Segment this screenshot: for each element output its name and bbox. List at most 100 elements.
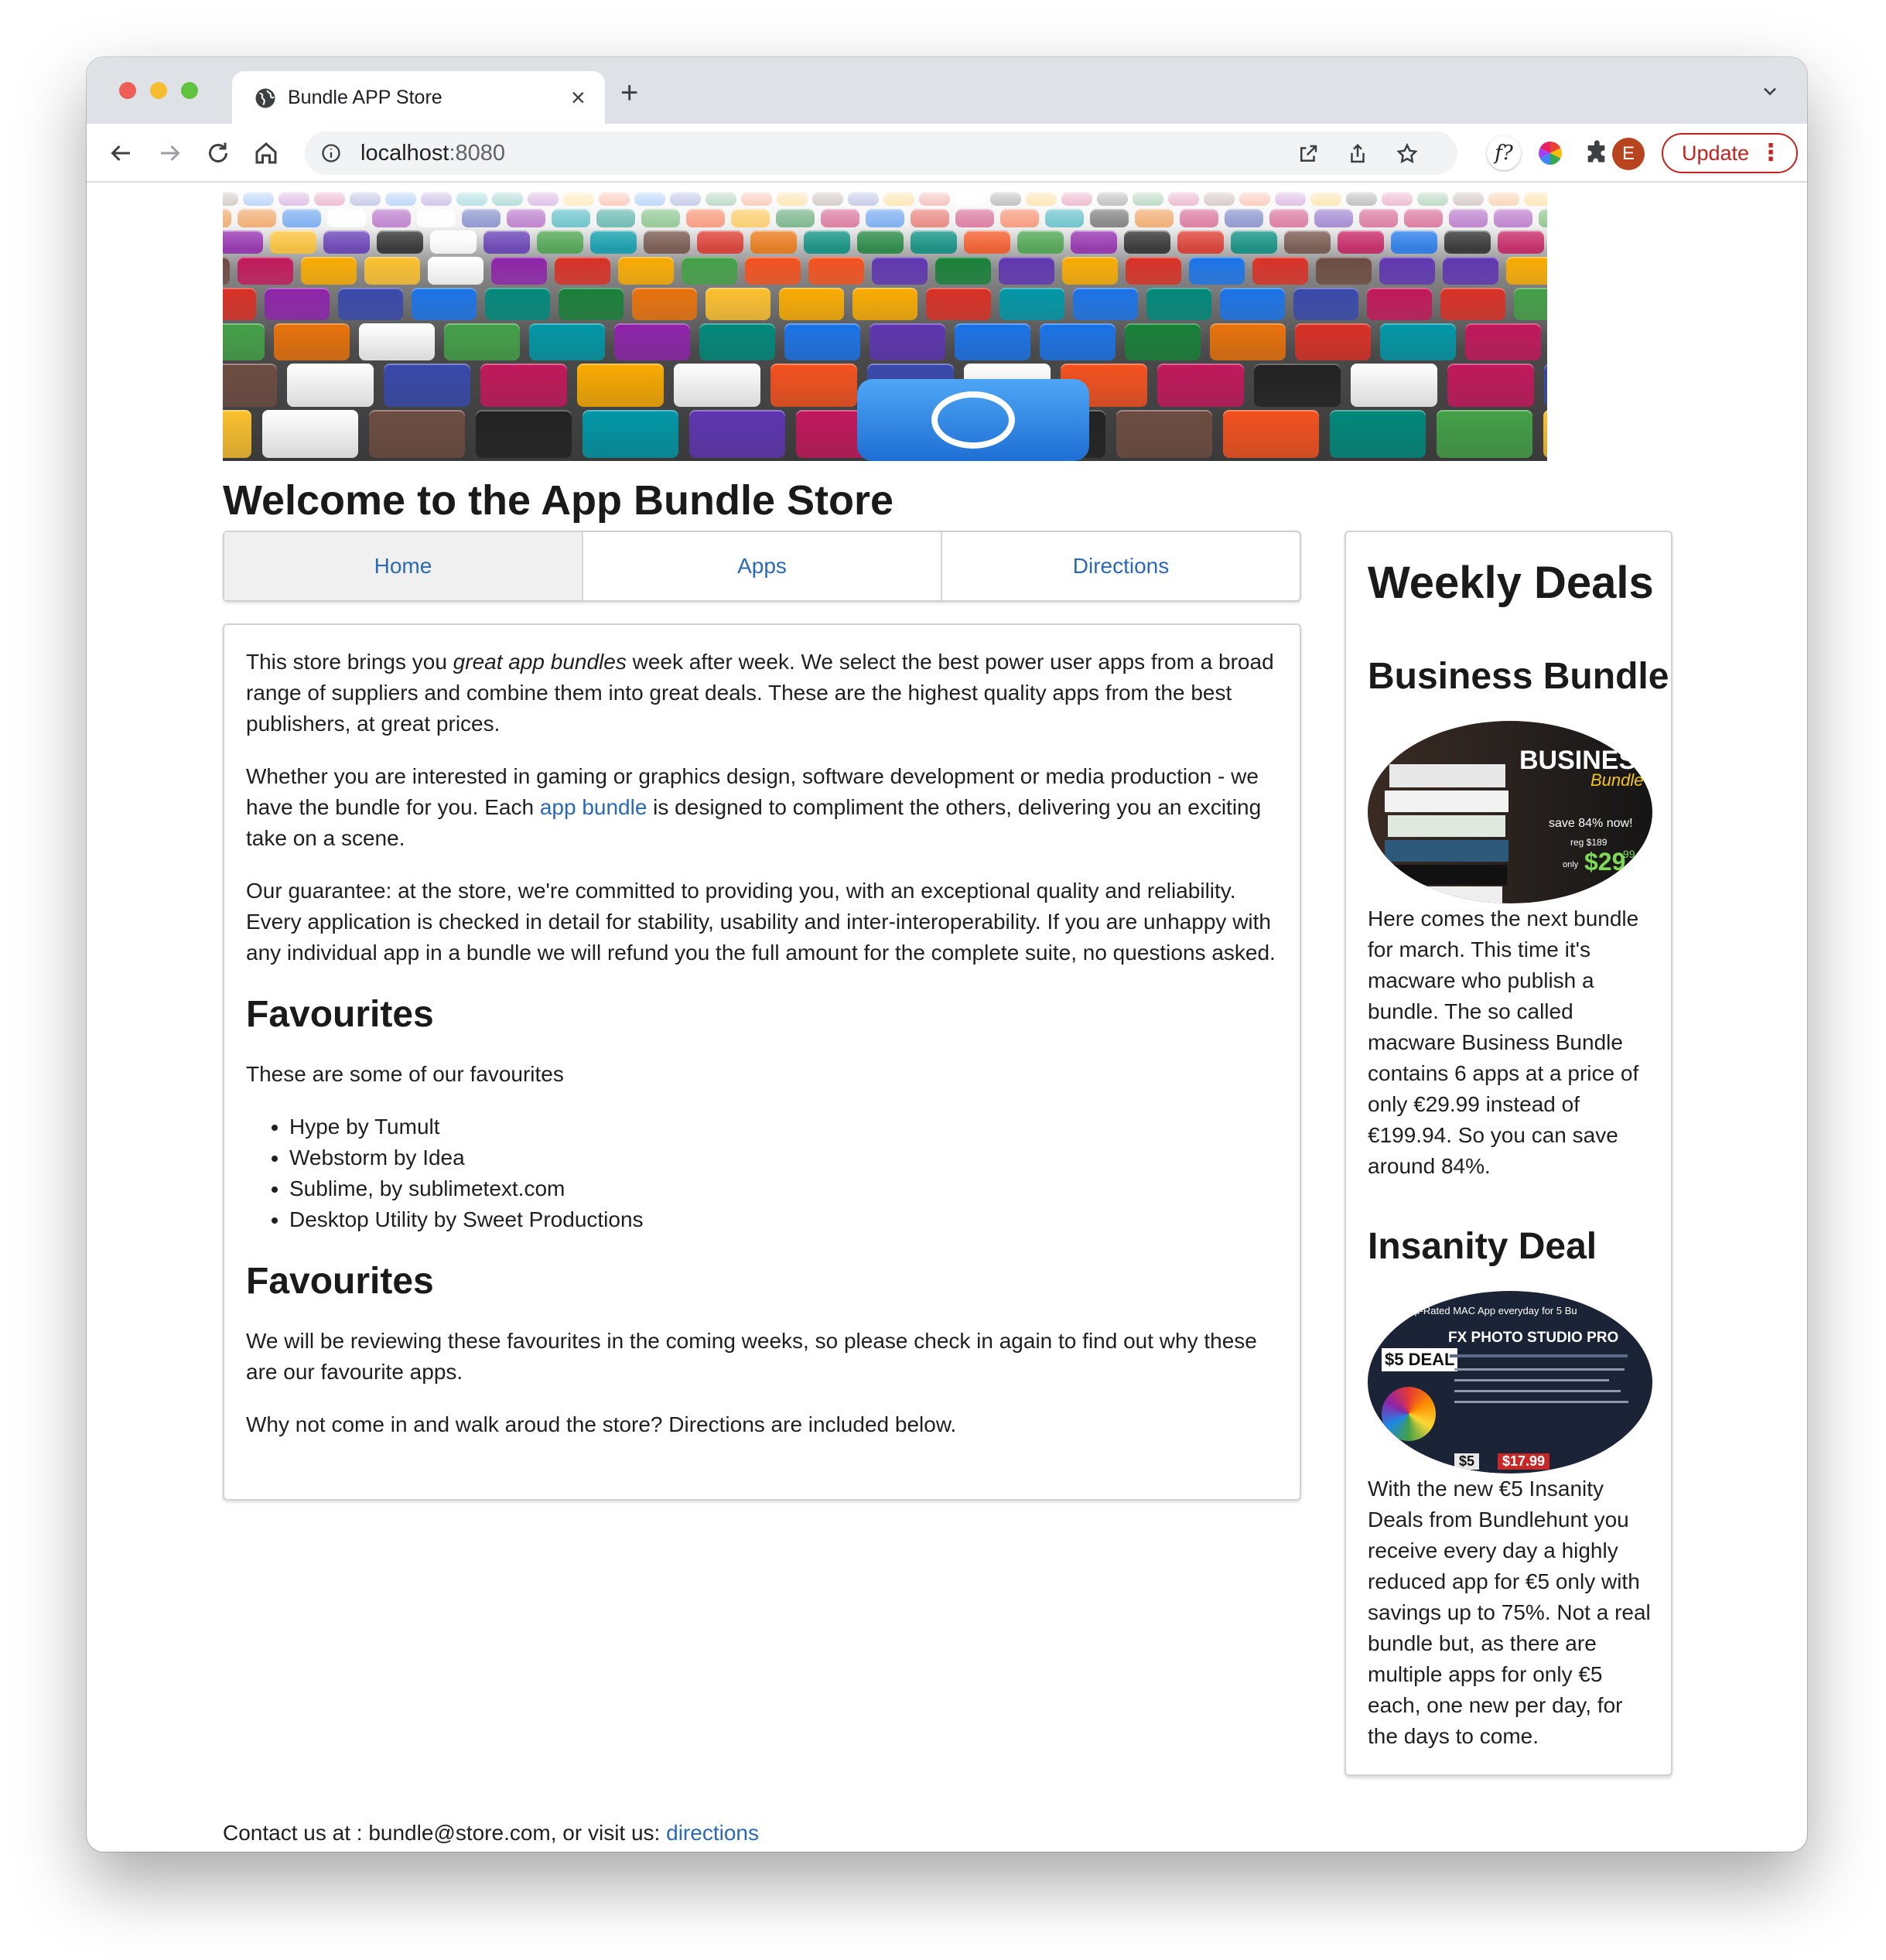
open-in-app-icon[interactable]	[1297, 142, 1320, 166]
intro-paragraph-2: Whether you are interested in gaming or …	[246, 764, 1262, 850]
font-extension-icon[interactable]: f?	[1487, 136, 1521, 170]
app-tile	[613, 323, 690, 360]
app-tile	[999, 257, 1055, 285]
share-icon[interactable]	[1346, 142, 1369, 166]
app-tile	[1543, 410, 1547, 458]
app-tile	[337, 288, 403, 320]
favourites-lead: These are some of our favourites	[246, 1062, 564, 1086]
app-tile	[935, 257, 992, 285]
app-tile	[1124, 323, 1201, 360]
app-tile	[925, 288, 991, 320]
app-tile	[1293, 288, 1358, 320]
app-tile	[869, 323, 945, 360]
app-tile	[999, 288, 1064, 320]
close-window-button[interactable]	[119, 82, 136, 99]
app-tile	[1222, 410, 1319, 458]
list-item: Webstorm by Idea	[289, 1142, 1278, 1173]
app-tile	[705, 288, 770, 320]
app-tile	[872, 257, 928, 285]
review-paragraph: We will be reviewing these favourites in…	[246, 1329, 1257, 1384]
list-item: Desktop Utility by Sweet Productions	[289, 1204, 1278, 1235]
app-tile	[808, 257, 865, 285]
chevron-down-icon[interactable]	[1759, 80, 1781, 102]
app-tile	[1440, 288, 1505, 320]
deal-title: Insanity Deal	[1368, 1226, 1597, 1267]
list-item: Hype by Tumult	[289, 1111, 1278, 1142]
url-text[interactable]: localhost:8080	[360, 141, 505, 166]
app-tile	[682, 257, 738, 285]
app-tile	[1253, 364, 1341, 407]
app-tile	[1294, 323, 1371, 360]
favourites-heading-2: Favourites	[246, 1261, 434, 1302]
nav-directions[interactable]: Directions	[942, 532, 1300, 600]
maximize-window-button[interactable]	[181, 82, 198, 99]
app-tile	[1513, 288, 1547, 320]
info-icon[interactable]	[320, 142, 342, 164]
bookmark-star-icon[interactable]	[1396, 142, 1419, 166]
profile-avatar[interactable]: E	[1612, 138, 1645, 170]
image-sub-text: Bundle	[1590, 770, 1644, 790]
insanity-deal-image: a Top-Rated MAC App everyday for 5 Bu $5…	[1368, 1291, 1652, 1473]
image-top-text: a Top-Rated MAC App everyday for 5 Bu	[1396, 1305, 1577, 1316]
intro-paragraph-1: This store brings you great app bundles …	[246, 650, 1274, 736]
deal-description: Here comes the next bundle for march. Th…	[1368, 907, 1639, 1178]
app-tile	[484, 288, 550, 320]
app-tile	[558, 288, 624, 320]
app-tile	[286, 364, 374, 407]
update-button[interactable]: Update ⋮	[1662, 133, 1798, 173]
app-tile	[1366, 288, 1432, 320]
footer-directions-link[interactable]: directions	[666, 1821, 759, 1845]
app-icons-banner-image	[223, 187, 1547, 461]
new-tab-button[interactable]: +	[620, 77, 638, 108]
app-tile	[428, 257, 484, 285]
address-bar[interactable]: localhost:8080	[305, 131, 1457, 175]
reload-icon[interactable]	[204, 139, 232, 167]
app-tile	[1209, 323, 1286, 360]
app-tile	[411, 288, 477, 320]
app-tile	[1316, 257, 1372, 285]
browser-tab[interactable]: Bundle APP Store ×	[232, 71, 605, 125]
app-tile	[223, 288, 256, 320]
app-tile	[1329, 410, 1426, 458]
back-arrow-icon[interactable]	[107, 139, 135, 167]
app-tile	[368, 410, 465, 458]
app-tile	[261, 410, 358, 458]
app-tile	[1039, 323, 1116, 360]
image-old-price-text: $17.99	[1498, 1453, 1550, 1470]
business-bundle-image: BUSINESS Bundle save 84% now! reg $189 o…	[1368, 721, 1652, 903]
tab-close-button[interactable]: ×	[571, 82, 586, 113]
app-tile	[364, 257, 421, 285]
home-icon[interactable]	[252, 139, 280, 167]
app-tile	[852, 288, 917, 320]
tab-strip: Bundle APP Store × +	[87, 57, 1807, 125]
app-tile	[443, 323, 520, 360]
nav-apps[interactable]: Apps	[583, 532, 942, 600]
puzzle-extensions-icon[interactable]	[1583, 138, 1614, 169]
app-bundle-link[interactable]: app bundle	[540, 795, 647, 819]
app-tile	[1189, 257, 1245, 285]
app-tile	[1126, 257, 1182, 285]
globe-icon	[255, 88, 275, 108]
favourites-list: Hype by Tumult Webstorm by Idea Sublime,…	[289, 1111, 1278, 1235]
color-wheel-extension-icon[interactable]	[1535, 138, 1566, 169]
app-tile	[1379, 323, 1456, 360]
image-price-text: $29	[1584, 848, 1626, 876]
app-tile	[491, 257, 548, 285]
app-tile	[1219, 288, 1285, 320]
app-tile	[358, 323, 435, 360]
app-tile	[1447, 364, 1534, 407]
app-tile	[1062, 257, 1119, 285]
app-tile	[1379, 257, 1436, 285]
minimize-window-button[interactable]	[150, 82, 167, 99]
forward-arrow-icon[interactable]	[156, 139, 184, 167]
app-tile	[223, 364, 277, 407]
nav-home[interactable]: Home	[224, 532, 583, 600]
favourites-heading: Favourites	[246, 994, 434, 1035]
app-tile	[954, 323, 1030, 360]
main-navigation: Home Apps Directions	[223, 531, 1301, 602]
app-tile	[383, 364, 470, 407]
browser-window: Bundle APP Store × + localhost:8080 f? E…	[87, 57, 1807, 1852]
app-tile	[1506, 257, 1547, 285]
deal-title: Business Bundle	[1368, 656, 1669, 697]
app-tile	[1350, 364, 1437, 407]
